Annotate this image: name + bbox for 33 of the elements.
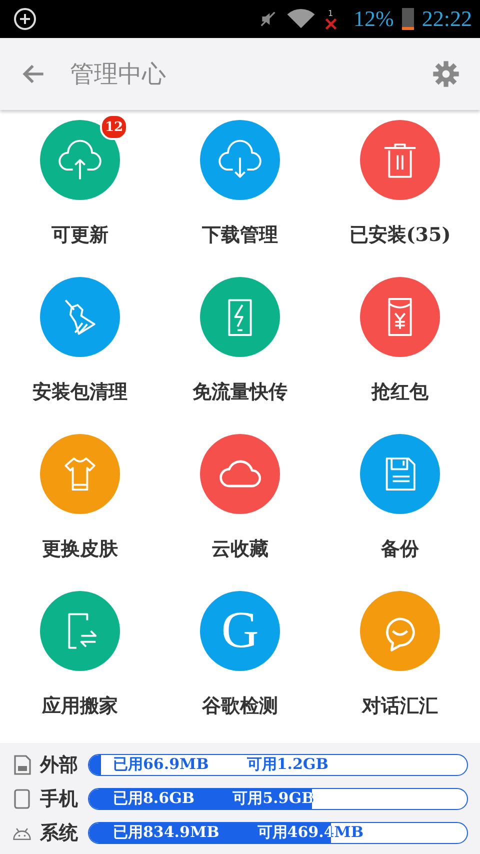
tool-button[interactable]: G — [200, 591, 280, 671]
settings-icon[interactable] — [432, 60, 460, 88]
letter-icon: G — [221, 605, 259, 657]
tool-label: 云收藏 — [212, 537, 268, 562]
tool-label: 对话汇汇 — [362, 694, 438, 719]
clock: 22:22 — [422, 6, 472, 32]
storage-name: 手机 — [40, 786, 78, 812]
used-space: 已用66.9MB — [113, 755, 209, 774]
tool-label: 备份 — [381, 537, 419, 562]
tool-label: 可更新 — [52, 223, 108, 248]
battery-icon — [402, 8, 414, 30]
sim-number: 1 — [328, 8, 334, 18]
tool-label: 免流量快传 — [192, 380, 288, 405]
used-space: 已用834.9MB — [113, 823, 220, 842]
add-circle-icon — [13, 7, 37, 31]
storage-name: 系统 — [40, 820, 78, 846]
tool-label: 更换皮肤 — [42, 537, 118, 562]
tool-label: 下载管理 — [202, 223, 278, 248]
battery-percent: 12% — [354, 6, 394, 32]
sd-card-icon — [12, 754, 32, 776]
used-space: 已用8.6GB — [113, 789, 195, 808]
tablet-icon — [12, 788, 32, 810]
no-signal-icon — [324, 18, 337, 30]
tool-label: 安装包清理 — [32, 380, 128, 405]
tool-label: 抢红包 — [372, 380, 428, 405]
wifi-icon — [286, 8, 316, 30]
count-badge: 12 — [100, 114, 128, 140]
page-title: 管理中心 — [70, 59, 167, 90]
tool-label: 应用搬家 — [42, 694, 118, 719]
tool-label: 已安装(35) — [349, 223, 451, 248]
storage-name: 外部 — [40, 752, 78, 778]
free-space: 可用1.2GB — [246, 755, 328, 774]
tool-label: 谷歌检测 — [202, 694, 278, 719]
